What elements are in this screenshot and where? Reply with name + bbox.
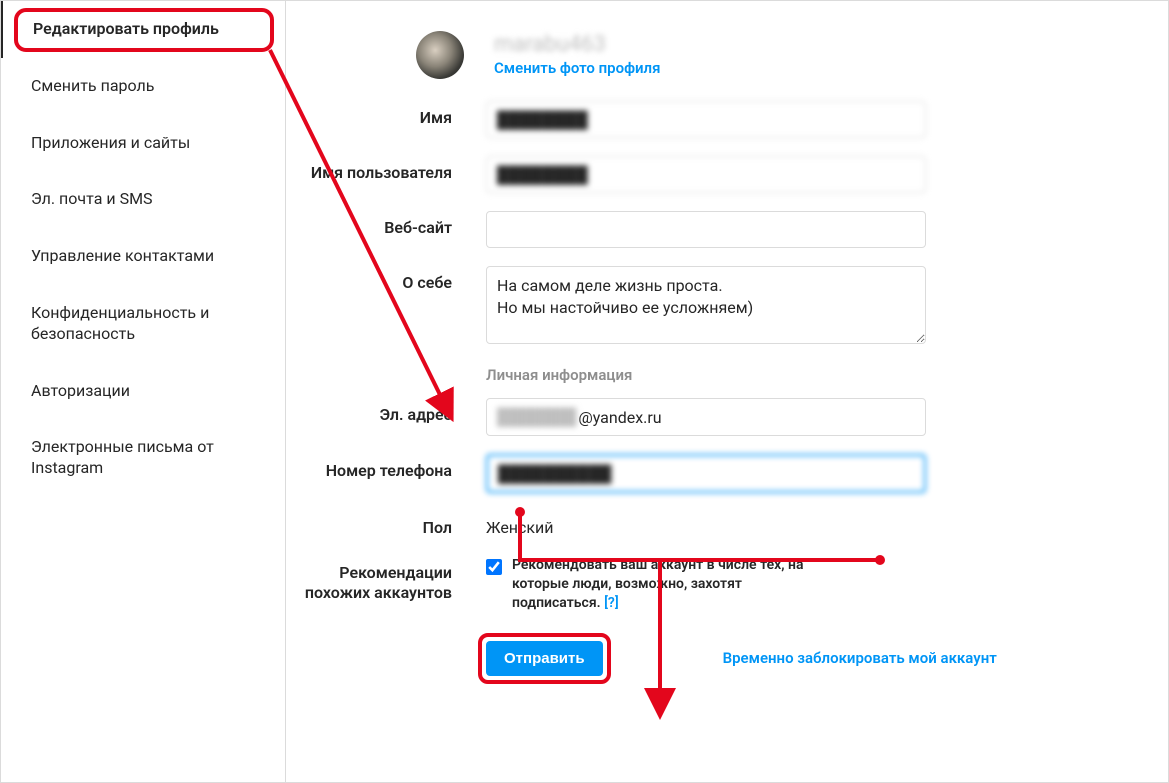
sidebar-item-edit-profile[interactable]: Редактировать профиль bbox=[1, 1, 285, 58]
label-website: Веб-сайт bbox=[286, 211, 486, 238]
row-email: Эл. адрес ███████ @yandex.ru bbox=[286, 398, 1128, 436]
gender-value[interactable]: Женский bbox=[486, 511, 926, 537]
profile-header: marabu463 Сменить фото профиля bbox=[416, 31, 1128, 79]
label-bio: О себе bbox=[286, 266, 486, 293]
username-input[interactable] bbox=[486, 156, 926, 193]
row-phone: Номер телефона bbox=[286, 454, 1128, 493]
row-name: Имя bbox=[286, 101, 1128, 138]
submit-button[interactable]: Отправить bbox=[486, 641, 603, 676]
row-gender: Пол Женский bbox=[286, 511, 1128, 538]
sidebar-item-label: Сменить пароль bbox=[31, 76, 154, 95]
label-gender: Пол bbox=[286, 511, 486, 538]
username-display: marabu463 bbox=[494, 33, 660, 57]
label-recommendations: Рекомендации похожих аккаунтов bbox=[286, 556, 486, 603]
rec-help-link[interactable]: [?] bbox=[604, 595, 619, 611]
name-input[interactable] bbox=[486, 101, 926, 138]
label-name: Имя bbox=[286, 101, 486, 128]
row-bio: О себе bbox=[286, 266, 1128, 348]
phone-input[interactable] bbox=[486, 454, 926, 493]
change-photo-link[interactable]: Сменить фото профиля bbox=[494, 59, 660, 77]
sidebar-item-label: Приложения и сайты bbox=[31, 133, 190, 152]
bio-textarea[interactable] bbox=[486, 266, 926, 344]
recommendations-text: Рекомендовать ваш аккаунт в числе тех, н… bbox=[512, 556, 832, 613]
sidebar-item-label: Редактировать профиль bbox=[33, 19, 219, 38]
sidebar-item-label: Эл. почта и SMS bbox=[31, 189, 153, 208]
sidebar-item-label: Управление контактами bbox=[31, 246, 214, 265]
sidebar-item-privacy-security[interactable]: Конфиденциальность и безопасность bbox=[1, 285, 285, 363]
label-username: Имя пользователя bbox=[286, 156, 486, 183]
sidebar-item-manage-contacts[interactable]: Управление контактами bbox=[1, 228, 285, 285]
sidebar-item-label: Авторизации bbox=[31, 381, 130, 400]
sidebar-item-emails-from-instagram[interactable]: Электронные письма от Instagram bbox=[1, 419, 285, 497]
sidebar-item-change-password[interactable]: Сменить пароль bbox=[1, 58, 285, 115]
row-recommendations: Рекомендации похожих аккаунтов Рекомендо… bbox=[286, 556, 1128, 613]
avatar[interactable] bbox=[416, 31, 464, 79]
profile-names: marabu463 Сменить фото профиля bbox=[494, 33, 660, 77]
row-username: Имя пользователя bbox=[286, 156, 1128, 193]
website-input[interactable] bbox=[486, 211, 926, 248]
sidebar-item-apps-websites[interactable]: Приложения и сайты bbox=[1, 115, 285, 172]
sidebar-item-login-activity[interactable]: Авторизации bbox=[1, 363, 285, 420]
email-input[interactable]: ███████ @yandex.ru bbox=[486, 398, 926, 436]
sidebar-item-label: Конфиденциальность и безопасность bbox=[31, 303, 209, 343]
settings-container: Редактировать профиль Сменить пароль При… bbox=[0, 0, 1169, 783]
private-info-heading: Личная информация bbox=[486, 366, 1128, 384]
email-local-masked: ███████ bbox=[497, 407, 576, 427]
submit-row: Отправить Временно заблокировать мой акк… bbox=[486, 641, 1128, 676]
sidebar-item-label: Электронные письма от Instagram bbox=[31, 437, 214, 477]
email-domain: @yandex.ru bbox=[578, 408, 661, 427]
label-email: Эл. адрес bbox=[286, 398, 486, 425]
sidebar-item-email-sms[interactable]: Эл. почта и SMS bbox=[1, 171, 285, 228]
recommendations-checkbox[interactable] bbox=[486, 559, 502, 575]
row-website: Веб-сайт bbox=[286, 211, 1128, 248]
settings-sidebar: Редактировать профиль Сменить пароль При… bbox=[1, 1, 286, 782]
label-phone: Номер телефона bbox=[286, 454, 486, 481]
rec-text-body: Рекомендовать ваш аккаунт в числе тех, н… bbox=[512, 557, 803, 611]
edit-profile-form: marabu463 Сменить фото профиля Имя Имя п… bbox=[286, 1, 1168, 782]
disable-account-link[interactable]: Временно заблокировать мой аккаунт bbox=[723, 649, 997, 667]
